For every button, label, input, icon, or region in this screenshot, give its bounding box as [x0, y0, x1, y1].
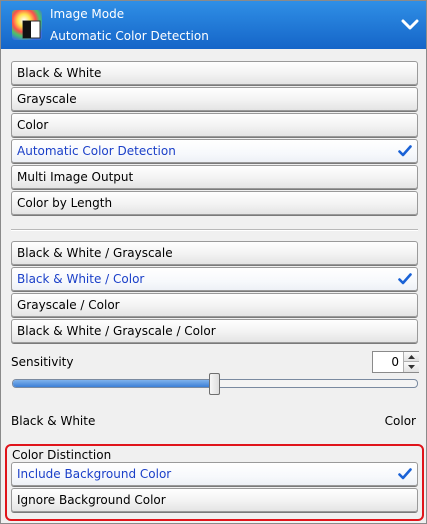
detection-option-label: Black & White / Grayscale / Color: [17, 324, 216, 338]
panel-subtitle: Automatic Color Detection: [50, 29, 209, 43]
checkmark-icon: [398, 468, 412, 480]
triangle-up-icon: [408, 354, 415, 359]
panel-title: Image Mode: [50, 7, 125, 21]
chevron-down-icon: [401, 19, 419, 30]
spinner-down-button[interactable]: [404, 362, 419, 372]
sensitivity-slider-thumb[interactable]: [208, 373, 220, 395]
sensitivity-value[interactable]: 0: [373, 352, 402, 372]
sensitivity-slider-fill: [13, 380, 215, 387]
section-divider: [11, 229, 418, 231]
detection-option-label: Black & White / Color: [17, 272, 145, 286]
detection-option[interactable]: Grayscale / Color: [11, 293, 418, 317]
image-mode-option-label: Automatic Color Detection: [17, 144, 176, 158]
image-mode-option[interactable]: Automatic Color Detection: [11, 139, 418, 163]
color-distinction-option-label: Include Background Color: [17, 467, 172, 481]
image-mode-option[interactable]: Grayscale: [11, 87, 418, 111]
sensitivity-spinner[interactable]: 0: [372, 351, 419, 373]
detection-option-label: Black & White / Grayscale: [17, 246, 173, 260]
color-distinction-option[interactable]: Ignore Background Color: [11, 488, 418, 512]
slider-max-label: Color: [384, 414, 416, 428]
color-distinction-title: Color Distinction: [12, 448, 112, 462]
image-mode-option[interactable]: Color: [11, 113, 418, 137]
detection-option-label: Grayscale / Color: [17, 298, 120, 312]
image-mode-option-label: Multi Image Output: [17, 170, 134, 184]
spinner-up-button[interactable]: [404, 352, 419, 362]
triangle-down-icon: [408, 365, 415, 369]
color-distinction-option-label: Ignore Background Color: [17, 493, 166, 507]
image-mode-option-label: Black & White: [17, 66, 102, 80]
image-mode-option[interactable]: Black & White: [11, 61, 418, 85]
sensitivity-label: Sensitivity: [11, 355, 74, 369]
checkmark-icon: [398, 145, 412, 157]
image-mode-option[interactable]: Color by Length: [11, 191, 418, 215]
image-mode-panel: Image Mode Automatic Color Detection Bla…: [0, 0, 427, 524]
image-mode-option-label: Color: [17, 118, 49, 132]
detection-option[interactable]: Black & White / Color: [11, 267, 418, 291]
image-mode-icon: [12, 10, 42, 40]
collapse-button[interactable]: [398, 13, 422, 37]
detection-option[interactable]: Black & White / Grayscale / Color: [11, 319, 418, 343]
color-distinction-option[interactable]: Include Background Color: [11, 462, 418, 486]
slider-min-label: Black & White: [11, 414, 96, 428]
image-mode-option[interactable]: Multi Image Output: [11, 165, 418, 189]
image-mode-option-label: Grayscale: [17, 92, 77, 106]
panel-header[interactable]: Image Mode Automatic Color Detection: [1, 1, 426, 49]
image-mode-option-label: Color by Length: [17, 196, 113, 210]
checkmark-icon: [398, 273, 412, 285]
detection-option[interactable]: Black & White / Grayscale: [11, 241, 418, 265]
